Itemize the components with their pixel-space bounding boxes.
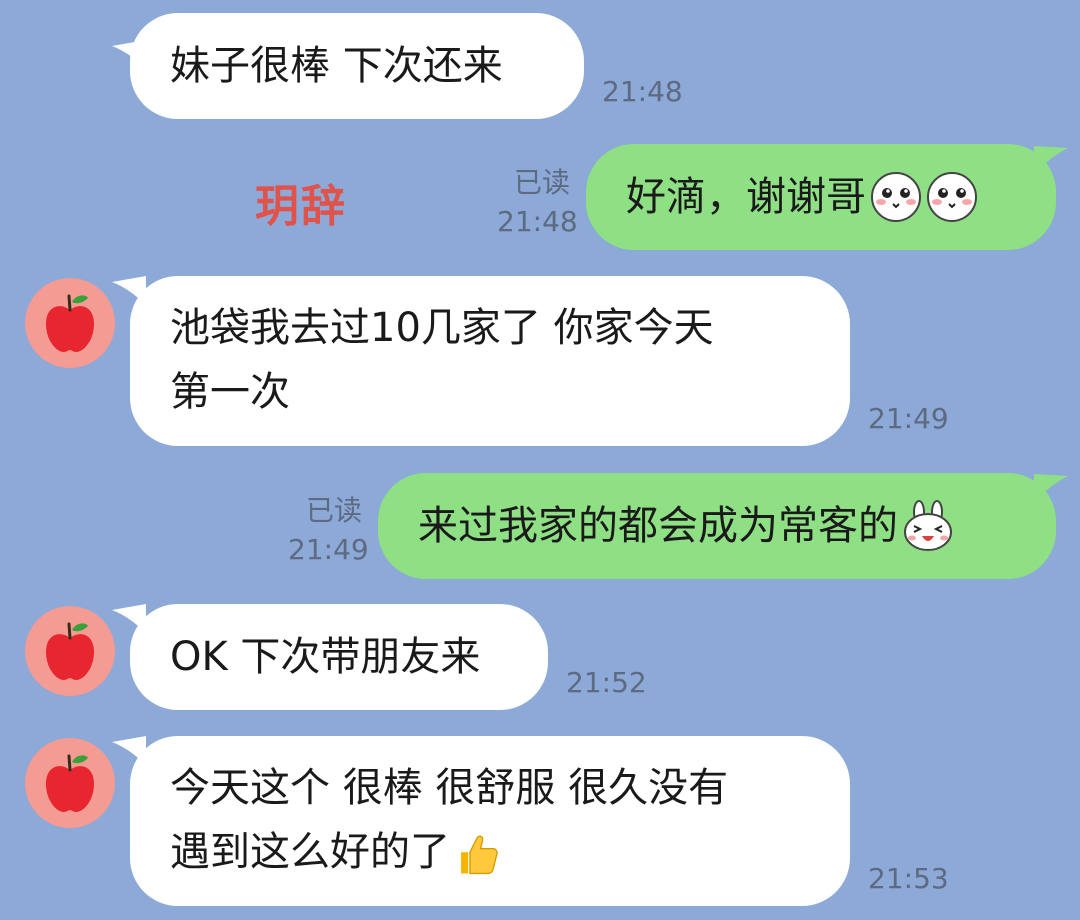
apple-icon [46, 294, 94, 352]
message-text-line: 遇到这么好的了 [170, 820, 728, 884]
message-bubble[interactable]: OK 下次带朋友来 [130, 604, 548, 710]
message-time: 21:48 [497, 205, 578, 238]
message-text: 妹子很棒 下次还来 [170, 43, 503, 89]
message-time: 21:49 [288, 533, 369, 566]
message-text: 好滴，谢谢哥 [626, 174, 866, 220]
avatar[interactable] [25, 606, 115, 696]
apple-icon [46, 622, 94, 680]
message-text-line: 池袋我去过10几家了 你家今天 [170, 305, 714, 351]
avatar[interactable] [25, 738, 115, 828]
message-text-line: 今天这个 很棒 很舒服 很久没有 [170, 765, 729, 811]
message-bubble[interactable]: 妹子很棒 下次还来 [130, 13, 584, 119]
thumbs-up-icon [461, 835, 498, 875]
bubble-tail [1034, 146, 1068, 176]
bubble-tail [1034, 474, 1068, 504]
apple-icon [46, 754, 94, 812]
message-text: OK 下次带朋友来 [170, 634, 481, 680]
watermark-text: 玥辞 [255, 181, 347, 232]
blush-face-icon [871, 172, 921, 222]
blush-face-icon [927, 172, 977, 222]
bunny-face-icon [904, 500, 952, 551]
message-text: 来过我家的都会成为常客的 [418, 503, 898, 549]
avatar[interactable] [25, 278, 115, 368]
message-time: 21:49 [868, 402, 949, 435]
read-status: 已读 [305, 494, 362, 527]
message-bubble[interactable]: 好滴，谢谢哥 [586, 144, 1056, 250]
message-time: 21:48 [602, 75, 683, 108]
message-time: 21:52 [566, 666, 647, 699]
message-time: 21:53 [868, 862, 949, 895]
message-bubble[interactable]: 来过我家的都会成为常客的 [378, 473, 1056, 579]
message-bubble[interactable]: 今天这个 很棒 很舒服 很久没有 遇到这么好的了 [130, 736, 850, 906]
read-status: 已读 [513, 166, 570, 199]
message-bubble[interactable]: 池袋我去过10几家了 你家今天 第一次 [130, 276, 850, 446]
message-text-line: 第一次 [170, 369, 290, 415]
